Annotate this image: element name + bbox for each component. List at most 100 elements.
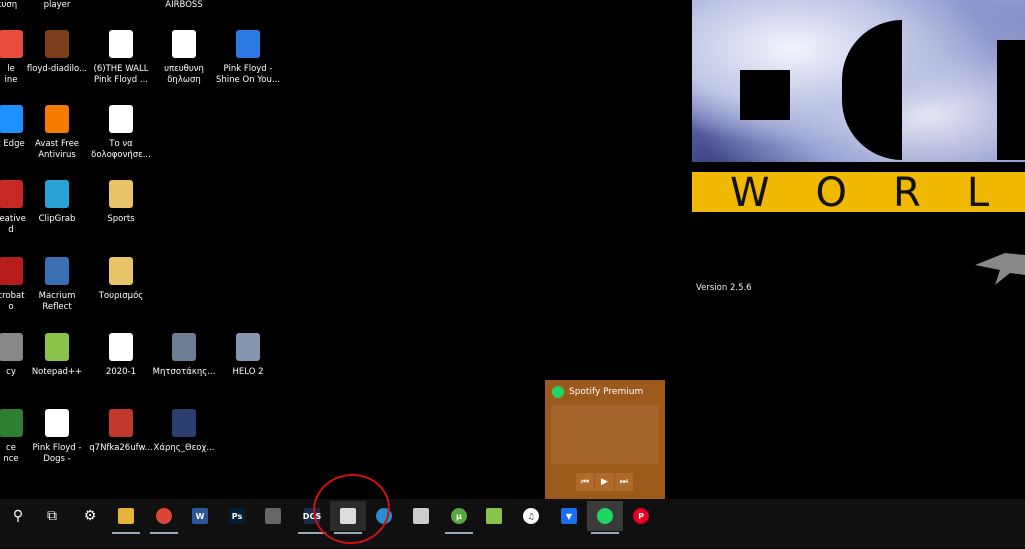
desktop-icon[interactable]: (6)THE WALL Pink Floyd ... — [88, 28, 154, 86]
desktop-icon-label: Μητσοτάκης... — [152, 367, 216, 377]
desktop-icon[interactable]: Pink Floyd - Dogs - — [24, 407, 90, 465]
word-icon: W — [192, 508, 208, 524]
file-icon — [232, 331, 264, 365]
desktop-icon-label: Χάρης_Θεοχ... — [153, 443, 215, 453]
spotify-button[interactable] — [587, 501, 623, 534]
desktop-icon[interactable]: Τουρισμός — [88, 255, 154, 302]
desktop-icon-label: Notepad++ — [31, 367, 83, 377]
desktop-icon[interactable]: ClipGrab — [24, 178, 90, 225]
eagle-logo-icon — [975, 253, 1025, 285]
file-icon — [105, 407, 137, 441]
desktop-icon-label: Pink Floyd ... — [94, 75, 148, 85]
logo-cutout — [740, 70, 790, 120]
file-icon — [41, 178, 73, 212]
desktop-icon-label: δολοφονήσε... — [91, 150, 151, 160]
desktop-icon-label: (6)THE WALL — [93, 64, 149, 74]
desktop-icon-label: 2020-1 — [105, 367, 137, 377]
spotify-icon — [597, 508, 613, 524]
notepad-button[interactable] — [476, 501, 512, 531]
desktop-top-label: AIRBOSS — [165, 0, 203, 10]
desktop-icon-label: floyd-diadilo... — [26, 64, 88, 74]
file-icon — [0, 331, 27, 365]
search-button[interactable]: ⚲ — [0, 501, 36, 531]
vpn-icon: ▼ — [561, 508, 577, 524]
file-icon — [168, 331, 200, 365]
desktop-icon[interactable]: 2020-1 — [88, 331, 154, 378]
notepad-icon — [486, 508, 502, 524]
title-band-text: WORL — [730, 170, 1025, 216]
desktop-icon[interactable]: υπευθυνη δηλωση — [151, 28, 217, 86]
desktop-icon-label: Antivirus — [38, 150, 76, 160]
chrome-button[interactable] — [146, 501, 182, 534]
file-icon — [41, 28, 73, 62]
desktop-icon[interactable]: Μητσοτάκης... — [151, 331, 217, 378]
desktop-icon-label: Pink Floyd - — [32, 443, 82, 453]
desktop-icon[interactable]: Avast Free Antivirus — [24, 103, 90, 161]
file-icon — [41, 255, 73, 289]
desktop-icon[interactable]: Notepad++ — [24, 331, 90, 378]
desktop-icon-label: Το να — [109, 139, 133, 149]
taskbar: ⚲ ⧉ ⚙ W Ps DCS µ ♫ ▼ P — [0, 499, 1025, 548]
search-icon: ⚲ — [12, 508, 24, 524]
file-explorer-icon — [118, 508, 134, 524]
desktop-icon-label: d — [8, 225, 14, 235]
play-button[interactable]: ▶ — [595, 473, 614, 491]
file-icon — [105, 331, 137, 365]
task-view-button[interactable]: ⧉ — [34, 501, 70, 531]
file-icon — [168, 28, 200, 62]
pinterest-button[interactable]: P — [623, 501, 659, 531]
spotify-icon — [552, 386, 564, 398]
itunes-button[interactable]: ♫ — [513, 501, 549, 531]
desktop-icon[interactable]: floyd-diadilo... — [24, 28, 90, 75]
settings-button[interactable]: ⚙ — [72, 501, 108, 531]
spotify-preview-thumbnail[interactable] — [551, 405, 659, 464]
photoshop-button[interactable]: Ps — [219, 501, 255, 531]
desktop-icon-label: Τουρισμός — [98, 291, 144, 301]
spotify-preview-title: Spotify Premium — [569, 387, 644, 397]
app2-button[interactable] — [403, 501, 439, 531]
previous-track-button[interactable]: ⏮ — [576, 473, 595, 491]
desktop-icon-label: q7Nfka26ufw... — [89, 443, 153, 453]
desktop-icon-label: Reflect — [42, 302, 72, 312]
desktop-icon[interactable]: Pink Floyd - Shine On You... — [215, 28, 281, 86]
desktop-icon[interactable]: Το να δολοφονήσε... — [88, 103, 154, 161]
version-label: Version 2.5.6 — [696, 283, 752, 293]
utorrent-button[interactable]: µ — [441, 501, 477, 534]
next-track-button[interactable]: ⏭ — [614, 473, 633, 491]
spotify-controls: ⏮ ▶ ⏭ — [576, 473, 634, 491]
file-icon — [0, 103, 27, 137]
spotify-taskbar-preview[interactable]: Spotify Premium ⏮ ▶ ⏭ — [545, 380, 665, 499]
file-icon — [232, 28, 264, 62]
file-icon — [41, 331, 73, 365]
settings-icon: ⚙ — [83, 508, 97, 524]
desktop-icon-label: Macrium — [38, 291, 76, 301]
vpn-button[interactable]: ▼ — [551, 501, 587, 531]
desktop-icon[interactable]: Χάρης_Θεοχ... — [151, 407, 217, 454]
file-icon — [168, 407, 200, 441]
file-icon — [105, 178, 137, 212]
file-icon — [0, 255, 27, 289]
dcs-splash-window[interactable]: WORL Version 2.5.6 — [692, 0, 1025, 300]
utorrent-icon: µ — [451, 508, 467, 524]
file-icon — [105, 28, 137, 62]
app-button[interactable] — [255, 501, 291, 531]
file-icon — [0, 178, 27, 212]
desktop-icon[interactable]: Sports — [88, 178, 154, 225]
desktop-icon-label: Dogs - — [43, 454, 71, 464]
file-icon — [105, 103, 137, 137]
desktop-icon[interactable]: Macrium Reflect — [24, 255, 90, 313]
app-icon — [265, 508, 281, 524]
file-icon — [105, 255, 137, 289]
file-icon — [41, 407, 73, 441]
desktop-icon-label: Sports — [107, 214, 135, 224]
desktop-icon-label: υπευθυνη — [164, 64, 204, 74]
photoshop-icon: Ps — [229, 508, 245, 524]
desktop-icon-label: Avast Free — [34, 139, 80, 149]
logo-cutout — [997, 40, 1025, 160]
desktop-icon-label: Pink Floyd - — [223, 64, 273, 74]
desktop-icon-label: ClipGrab — [38, 214, 76, 224]
desktop-icon[interactable]: HELO 2 — [215, 331, 281, 378]
word-button[interactable]: W — [182, 501, 218, 531]
desktop-icon[interactable]: q7Nfka26ufw... — [88, 407, 154, 454]
file-explorer-button[interactable] — [108, 501, 144, 534]
